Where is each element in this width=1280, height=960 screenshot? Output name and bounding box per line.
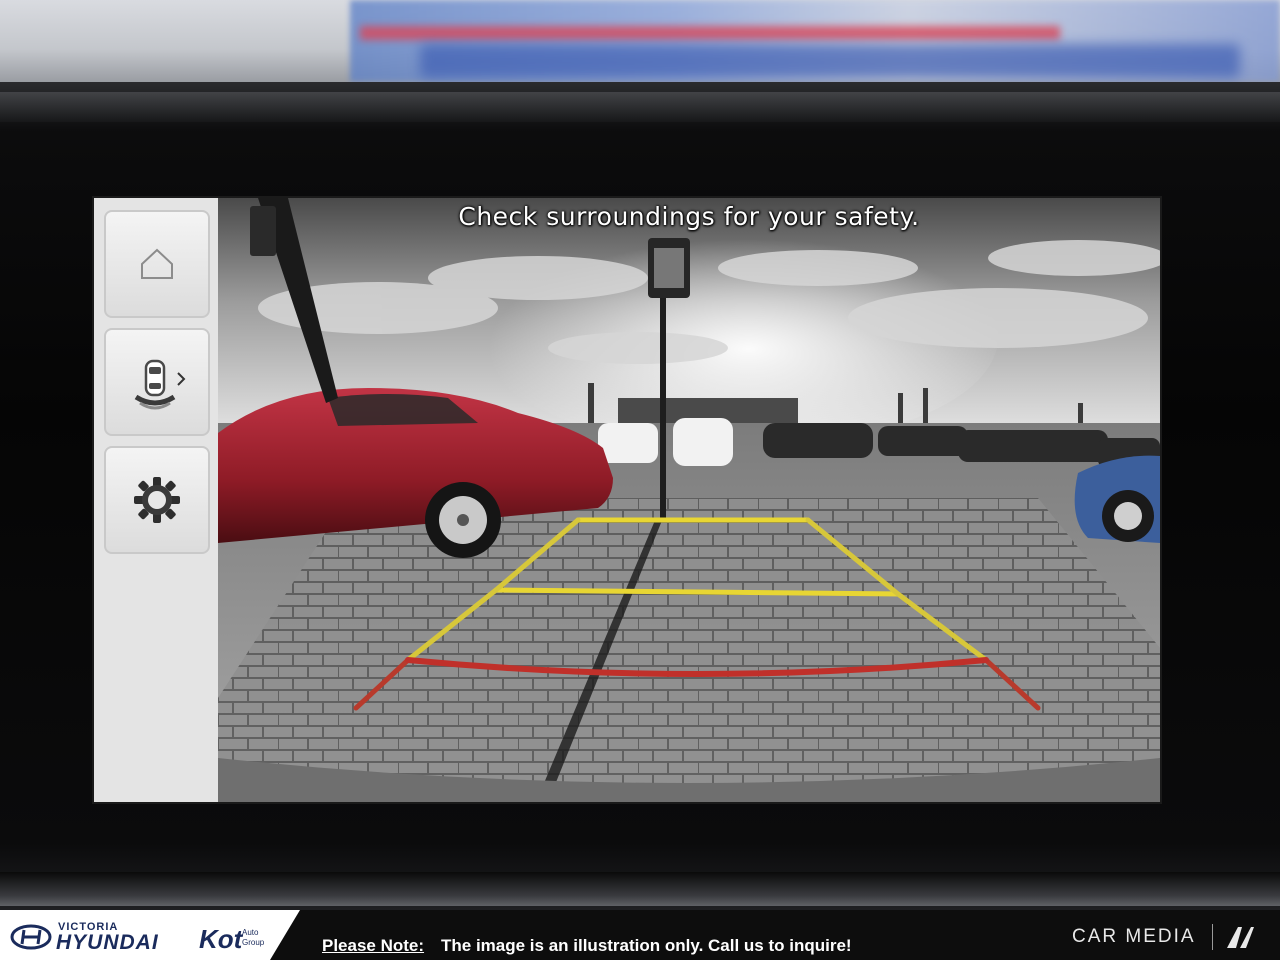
carmedia-logo-icon [1227, 927, 1254, 948]
disclaimer-text: The image is an illustration only. Call … [441, 936, 852, 955]
carmedia-divider [1212, 924, 1213, 950]
camera-sidebar [94, 198, 220, 802]
safety-notice: Check surroundings for your safety. [458, 202, 920, 231]
bezel-bottom-edge [0, 872, 1280, 906]
brick-pavement [218, 498, 1160, 802]
camera-feed-scene [218, 198, 1160, 802]
rear-camera-view: Check surroundings for your safety. [218, 198, 1160, 802]
infotainment-screen: Check surroundings for your safety. [94, 198, 1160, 802]
bezel-rim [0, 92, 1280, 122]
camera-settings-button[interactable] [104, 446, 210, 554]
blurred-sign-text [420, 44, 1240, 78]
home-icon [141, 248, 173, 279]
group-logo: Kot [199, 924, 243, 954]
parking-view-button[interactable] [104, 328, 210, 436]
dealership-backdrop [0, 0, 1280, 82]
parking-sensor-view-icon [134, 359, 186, 410]
hyundai-logo-icon [10, 924, 52, 950]
home-button[interactable] [104, 210, 210, 318]
settings-gear-icon [134, 477, 180, 523]
dealer-name-line2: HYUNDAI [56, 931, 159, 954]
dealer-footer: VICTORIA HYUNDAI Kot Auto Group Please N… [0, 910, 1280, 960]
group-sub-group: Group [242, 938, 265, 947]
carmedia-brand: CAR MEDIA [1072, 926, 1196, 947]
group-sub-auto: Auto [242, 928, 259, 937]
disclaimer-label: Please Note: [322, 936, 425, 955]
blurred-stripe [360, 26, 1060, 40]
